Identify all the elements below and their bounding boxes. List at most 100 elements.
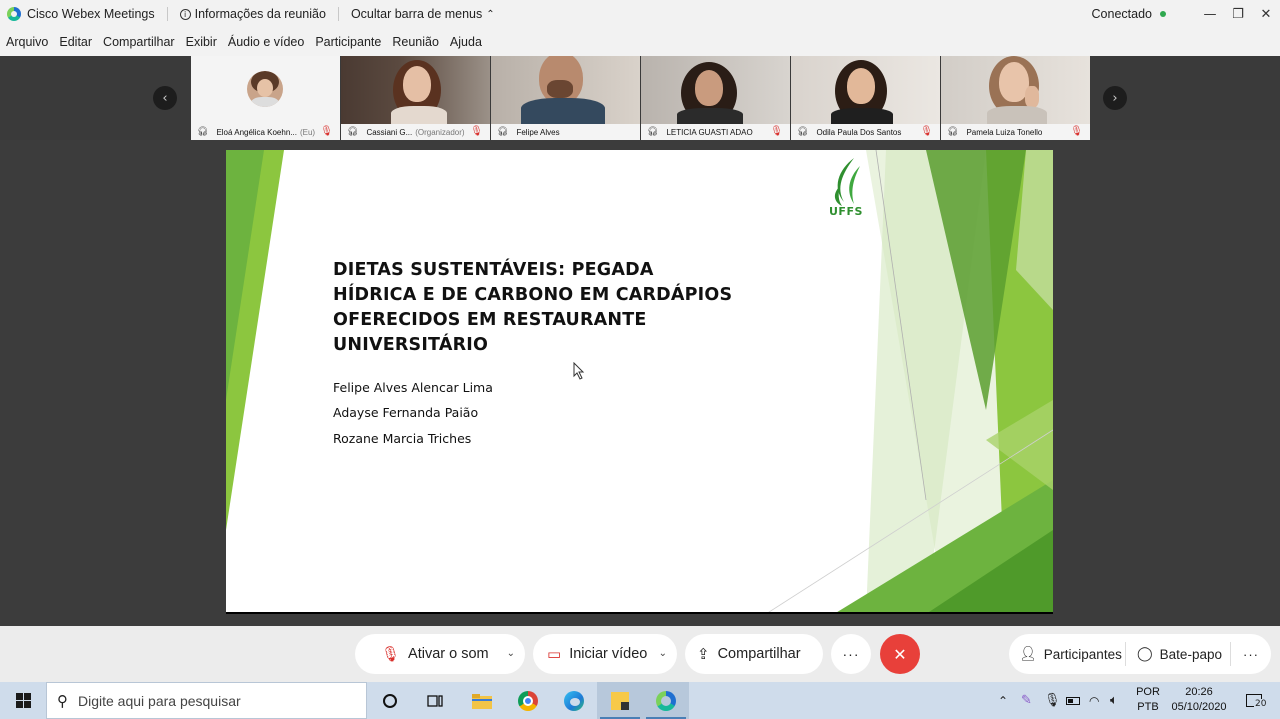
person-icon: 👤︎ [1019, 646, 1037, 662]
participant-tile[interactable]: 🎧︎ LETICIA GUASTI ADAO 🎙︎ [641, 56, 790, 140]
meeting-info-button[interactable]: i Informações da reunião [179, 7, 326, 21]
sticky-notes-button[interactable] [597, 682, 643, 719]
chevron-left-icon[interactable]: ‹ [153, 86, 177, 110]
unmute-button[interactable]: 🎙︎ Ativar o som ⌄ [355, 634, 525, 674]
clock[interactable]: 20:26 05/10/2020 [1166, 685, 1232, 715]
chevron-right-icon[interactable]: › [1103, 86, 1127, 110]
participant-role: (Eu) [299, 127, 316, 137]
close-icon[interactable]: ✕ [1252, 0, 1280, 28]
chat-button[interactable]: ◯ Bate-papo [1126, 634, 1230, 674]
language-indicator[interactable]: POR PTB [1134, 685, 1162, 715]
restore-icon[interactable]: ❐ [1224, 0, 1252, 28]
slide-author: Rozane Marcia Triches [333, 431, 472, 446]
battery-icon[interactable] [1066, 682, 1084, 719]
chevron-down-icon[interactable]: ⌄ [507, 648, 515, 659]
participant-role: (Organizador) [415, 127, 465, 137]
leave-meeting-button[interactable]: ✕ [880, 634, 920, 674]
muted-mic-icon: 🎙︎ [470, 126, 483, 137]
taskbar-search[interactable]: ⚲ Digite aqui para pesquisar [46, 682, 367, 719]
muted-mic-icon: 🎙︎ [381, 645, 401, 663]
menu-file[interactable]: Arquivo [6, 35, 48, 49]
task-view-icon [427, 694, 443, 707]
participant-tile-active[interactable]: 🎧︎ Felipe Alves [491, 56, 640, 140]
title-bar: Cisco Webex Meetings i Informações da re… [0, 0, 1280, 28]
chrome-button[interactable] [505, 682, 551, 719]
menu-help[interactable]: Ajuda [450, 35, 482, 49]
tray-chevron-up-icon[interactable]: ⌃ [998, 682, 1018, 719]
headset-icon: 🎧︎ [497, 127, 509, 137]
webex-icon [656, 690, 676, 711]
shared-content-stage: UFFS DIETAS SUSTENTÁVEIS: PEGADA HÍDRICA… [0, 140, 1280, 626]
headset-icon: 🎧︎ [797, 127, 809, 137]
task-view-button[interactable] [412, 682, 458, 719]
wifi-icon[interactable]: ◠ [1089, 682, 1107, 719]
folder-icon [472, 693, 492, 709]
info-icon: i [179, 8, 191, 20]
chevron-up-icon: ⌃ [486, 8, 495, 20]
participant-namebar: 🎧︎ Felipe Alves [491, 124, 640, 140]
menu-participant[interactable]: Participante [315, 35, 381, 49]
muted-mic-icon: 🎙︎ [770, 126, 783, 137]
menu-share[interactable]: Compartilhar [103, 35, 175, 49]
more-options-button[interactable]: ··· [831, 634, 871, 674]
menu-edit[interactable]: Editar [59, 35, 92, 49]
cortana-circle-icon [383, 693, 397, 708]
search-icon: ⚲ [57, 691, 68, 710]
title-separator [337, 7, 339, 21]
edge-icon [564, 690, 584, 711]
share-button[interactable]: ⇪ Compartilhar [685, 634, 823, 674]
webex-taskbar-button[interactable] [643, 682, 689, 719]
participants-label: Participantes [1043, 646, 1122, 662]
slide-title-line: OFERECIDOS EM RESTAURANTE [333, 310, 647, 330]
participant-tile[interactable]: 🎧︎ Odila Paula Dos Santos 🎙︎ [791, 56, 940, 140]
participant-tile[interactable]: 🎧︎ Pamela Luiza Tonello 🎙︎ [941, 56, 1090, 140]
windows-taskbar: ⚲ Digite aqui para pesquisar ⌃ ✎ 🎙︎ ◠ 🔈︎ [0, 682, 1280, 719]
headset-icon: 🎧︎ [347, 127, 359, 137]
participant-video [491, 56, 640, 124]
participant-avatar-area [191, 56, 340, 124]
participant-namebar: 🎧︎ LETICIA GUASTI ADAO 🎙︎ [641, 124, 790, 140]
search-placeholder: Digite aqui para pesquisar [78, 692, 241, 709]
file-explorer-button[interactable] [459, 682, 505, 719]
participant-namebar: 🎧︎ Odila Paula Dos Santos 🎙︎ [791, 124, 940, 140]
start-video-button[interactable]: ▭ Iniciar vídeo ⌄ [533, 634, 677, 674]
meeting-info-label: Informações da reunião [194, 7, 326, 21]
slide-title-line: HÍDRICA E DE CARBONO EM CARDÁPIOS [333, 285, 733, 305]
pen-icon[interactable]: ✎ [1021, 682, 1039, 719]
menu-view[interactable]: Exibir [186, 35, 217, 49]
chat-label: Bate-papo [1159, 646, 1222, 662]
cortana-button[interactable] [367, 682, 413, 719]
chevron-down-icon[interactable]: ⌄ [659, 648, 667, 659]
headset-icon: 🎧︎ [197, 127, 209, 137]
menu-bar: Arquivo Editar Compartilhar Exibir Áudio… [0, 28, 1280, 56]
menu-meeting[interactable]: Reunião [392, 35, 439, 49]
participant-name: Eloá Angélica Koehn... [216, 127, 297, 137]
participant-video [791, 56, 940, 124]
share-label: Compartilhar [717, 646, 801, 662]
menu-audio-video[interactable]: Áudio e vídeo [228, 35, 304, 49]
muted-mic-icon: 🎙︎ [320, 126, 333, 137]
chat-bubble-icon: ◯ [1137, 646, 1153, 662]
panel-buttons: 👤︎ Participantes ◯ Bate-papo ··· [1009, 634, 1271, 674]
participants-button[interactable]: 👤︎ Participantes [1009, 634, 1125, 674]
edge-button[interactable] [551, 682, 597, 719]
panel-more-button[interactable]: ··· [1231, 634, 1271, 674]
participant-name: Pamela Luiza Tonello [966, 127, 1043, 137]
participant-namebar: 🎧︎ Cassiani G... (Organizador) 🎙︎ [341, 124, 490, 140]
more-icon: ··· [842, 646, 860, 662]
notification-count: 20 [1254, 699, 1268, 709]
share-icon: ⇪ [697, 645, 710, 663]
participant-tile[interactable]: 🎧︎ Cassiani G... (Organizador) 🎙︎ [341, 56, 490, 140]
hide-menu-button[interactable]: Ocultar barra de menus ⌃ [351, 7, 495, 21]
notifications-button[interactable]: 20 [1238, 682, 1270, 719]
minimize-icon[interactable]: — [1196, 0, 1224, 28]
start-button[interactable] [0, 682, 46, 719]
participant-video [341, 56, 490, 124]
uffs-logo-text: UFFS [829, 205, 863, 218]
volume-icon[interactable]: 🔈︎ [1110, 682, 1128, 719]
more-icon: ··· [1243, 646, 1259, 662]
slide-title-line: DIETAS SUSTENTÁVEIS: PEGADA [333, 260, 654, 280]
microphone-icon[interactable]: 🎙︎ [1044, 682, 1061, 719]
slide-author: Felipe Alves Alencar Lima [333, 380, 493, 395]
participant-tile[interactable]: 🎧︎ Eloá Angélica Koehn... (Eu) 🎙︎ [191, 56, 340, 140]
